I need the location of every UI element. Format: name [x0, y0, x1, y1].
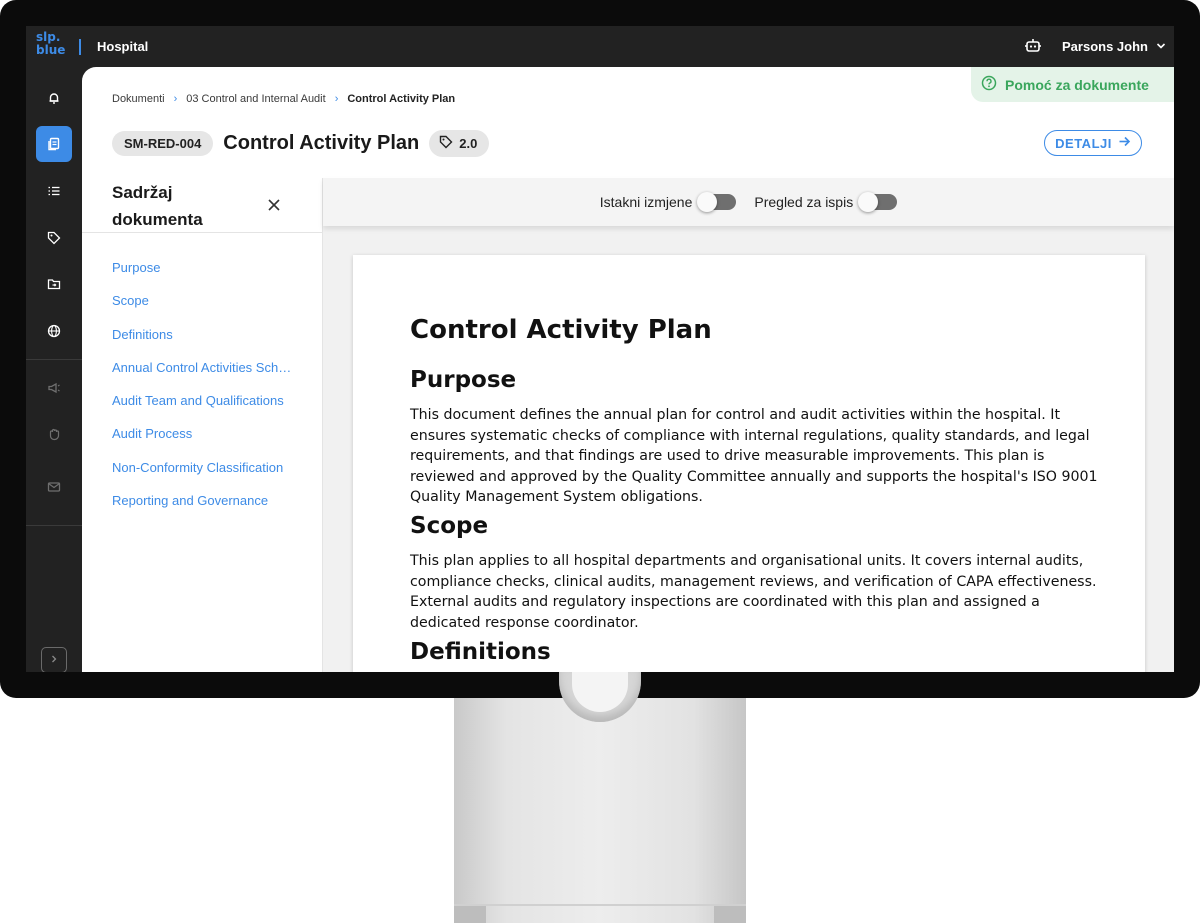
logo-divider: [79, 39, 81, 55]
toggle-bar: Istakni izmjene Pregled za ispis: [323, 178, 1174, 226]
section-heading-definitions: Definitions: [410, 639, 551, 665]
toc-panel: Sadržaj dokumenta Purpose Scope Definiti…: [82, 178, 323, 672]
help-button[interactable]: Pomoć za dokumente: [971, 67, 1174, 102]
print-preview-switch[interactable]: [858, 192, 898, 212]
section-heading-scope: Scope: [410, 513, 489, 539]
close-icon[interactable]: [264, 195, 284, 215]
question-circle-icon: [981, 75, 997, 94]
monitor-stand: [454, 690, 746, 923]
toc-item[interactable]: Scope: [112, 291, 292, 324]
monitor-bezel: slp. blue Hospital Parsons John Pomoć za…: [0, 0, 1200, 698]
tag-icon: [439, 135, 453, 152]
monitor-stand-foot: [454, 906, 486, 923]
logo-line: blue: [36, 43, 66, 57]
user-menu[interactable]: Parsons John: [1062, 39, 1166, 54]
chevron-down-icon: [1156, 39, 1166, 54]
arrow-right-icon: [1118, 135, 1131, 151]
breadcrumb-item[interactable]: 03 Control and Internal Audit: [186, 93, 325, 105]
help-label: Pomoć za dokumente: [1005, 76, 1149, 93]
list-icon[interactable]: [36, 173, 72, 209]
globe-icon[interactable]: [36, 313, 72, 349]
document-header: SM-RED-004 Control Activity Plan 2.0: [112, 130, 490, 157]
document-code-badge: SM-RED-004: [112, 131, 214, 156]
highlight-changes-switch[interactable]: [697, 192, 737, 212]
toc-item[interactable]: Purpose: [112, 258, 292, 291]
section-text-scope: This plan applies to all hospital depart…: [410, 553, 1097, 631]
chevron-right-icon: ›: [334, 93, 339, 105]
megaphone-icon[interactable]: [36, 370, 72, 406]
version-badge: 2.0: [429, 130, 490, 157]
tag-icon[interactable]: [36, 220, 72, 256]
toc-item[interactable]: Audit Team and Qualifications: [112, 391, 292, 424]
document-page: Control Activity Plan Purpose This docum…: [353, 255, 1145, 672]
toc-item[interactable]: Definitions: [112, 325, 292, 358]
chevron-right-icon: [49, 651, 59, 669]
monitor-stand-base: [454, 904, 746, 906]
toc-item[interactable]: Reporting and Governance: [112, 491, 292, 524]
toc-list: Purpose Scope Definitions Annual Control…: [112, 258, 292, 524]
app-name: Hospital: [97, 39, 149, 54]
highlight-changes-label: Istakni izmjene: [599, 194, 693, 210]
breadcrumb-item[interactable]: Dokumenti: [112, 93, 165, 105]
switch-knob: [858, 192, 879, 212]
user-name: Parsons John: [1062, 39, 1148, 54]
mail-icon[interactable]: [36, 469, 72, 505]
chevron-right-icon: ›: [173, 93, 178, 105]
document-viewer: Istakni izmjene Pregled za ispis Control…: [323, 178, 1174, 672]
screen: slp. blue Hospital Parsons John Pomoć za…: [26, 26, 1174, 672]
toc-item[interactable]: Annual Control Activities Schedule: [112, 358, 292, 391]
left-rail: [26, 67, 82, 672]
print-preview-label: Pregled za ispis: [754, 194, 854, 210]
documents-icon[interactable]: [36, 126, 72, 162]
highlight-changes-toggle-group: Istakni izmjene: [599, 192, 737, 212]
breadcrumb-current: Control Activity Plan: [347, 93, 456, 105]
monitor-stand-foot: [714, 906, 746, 923]
hand-icon[interactable]: [36, 416, 72, 452]
bell-icon[interactable]: [36, 80, 72, 116]
main-panel: Pomoć za dokumente Dokumenti › 03 Contro…: [82, 67, 1174, 672]
print-preview-toggle-group: Pregled za ispis: [754, 192, 898, 212]
section-text-purpose: This document defines the annual plan fo…: [410, 407, 1098, 506]
section-heading-purpose: Purpose: [410, 367, 517, 393]
robot-icon[interactable]: [1024, 37, 1042, 55]
details-label: DETALJI: [1055, 135, 1112, 151]
folder-icon[interactable]: [36, 266, 72, 302]
details-button[interactable]: DETALJI: [1044, 130, 1142, 156]
toc-title: Sadržaj dokumenta: [112, 183, 203, 229]
page-title: Control Activity Plan: [223, 132, 420, 154]
document-heading: Control Activity Plan: [410, 315, 712, 345]
expand-sidebar-button[interactable]: [41, 647, 67, 672]
toc-item[interactable]: Non-Conformity Classification: [112, 458, 292, 491]
logo[interactable]: slp. blue: [36, 31, 65, 57]
top-bar: slp. blue Hospital Parsons John: [26, 26, 1174, 67]
version-label: 2.0: [459, 136, 478, 151]
rail-divider: [26, 359, 82, 360]
switch-knob: [697, 192, 718, 212]
toc-header: Sadržaj dokumenta: [82, 178, 322, 233]
breadcrumb: Dokumenti › 03 Control and Internal Audi…: [112, 93, 455, 105]
rail-divider: [26, 525, 82, 526]
toc-item[interactable]: Audit Process: [112, 424, 292, 457]
